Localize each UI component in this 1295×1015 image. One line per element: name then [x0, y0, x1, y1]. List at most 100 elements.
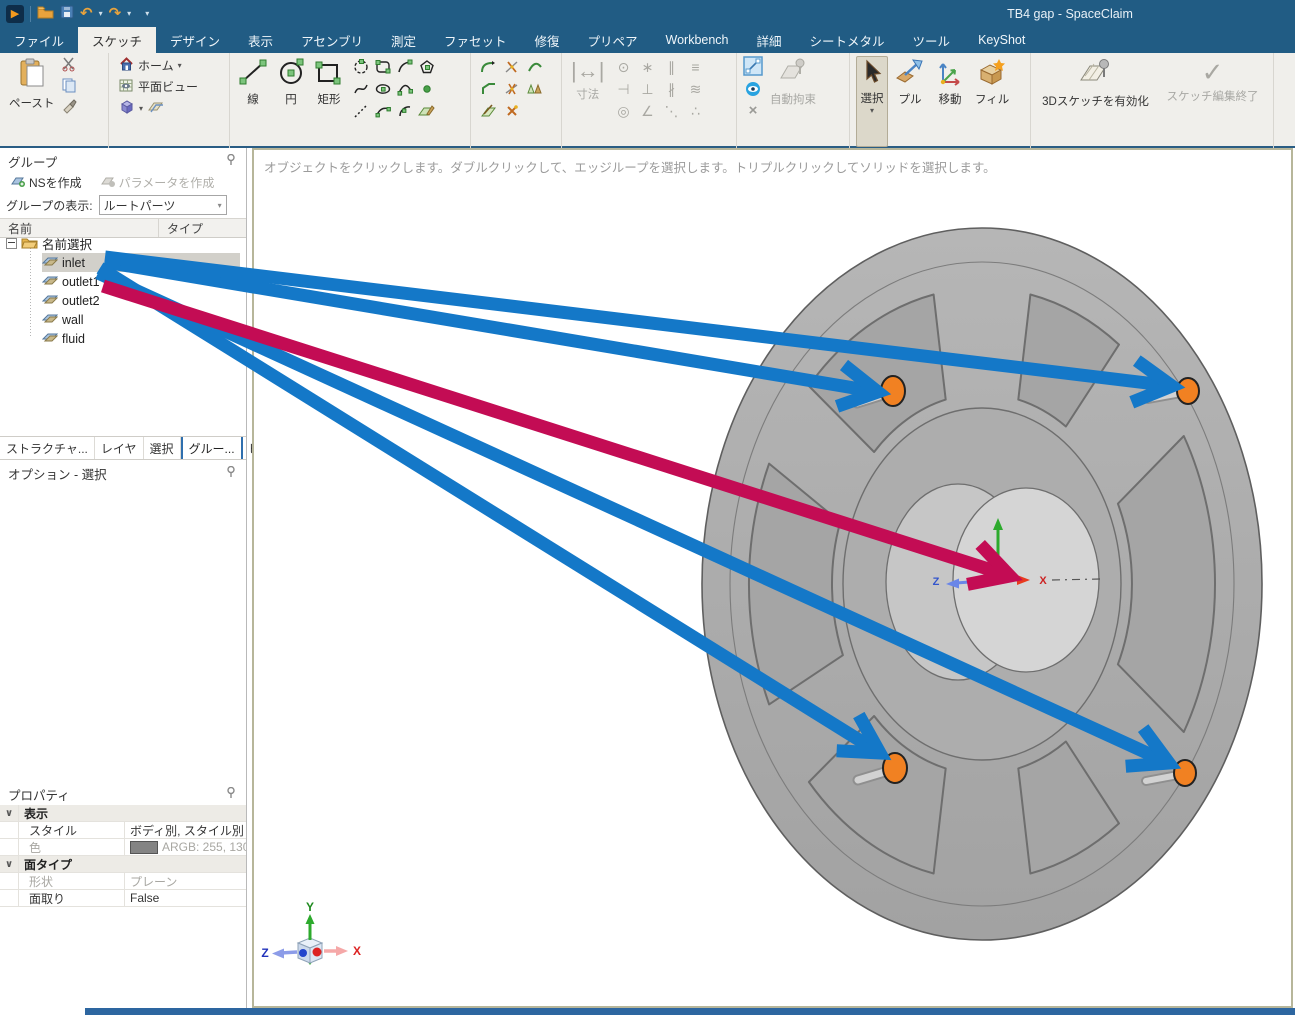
- plan-view-button[interactable]: 平面ビュー: [115, 77, 202, 96]
- section-face-type[interactable]: ∨ 面タイプ: [0, 856, 246, 873]
- save-icon[interactable]: [60, 5, 74, 22]
- constraint-symmetry-icon[interactable]: ≋: [683, 78, 707, 100]
- spaceclaim-logo-icon[interactable]: ▶: [6, 5, 24, 23]
- tab-structure[interactable]: ストラクチャ...: [0, 437, 95, 459]
- sketch-project-icon[interactable]: [416, 100, 438, 122]
- fill-tool-button[interactable]: フィル: [972, 56, 1012, 147]
- tree-item-outlet2[interactable]: outlet2: [42, 291, 100, 310]
- clear-sketch-icon[interactable]: ×: [749, 102, 758, 119]
- sketch-construction-line-icon[interactable]: [350, 100, 372, 122]
- tab-sheetmetal[interactable]: シートメタル: [796, 27, 899, 53]
- sketch-arc-3pt-icon[interactable]: [394, 78, 416, 100]
- trim-icon[interactable]: [500, 56, 523, 78]
- qat-customize-icon[interactable]: ▾: [145, 9, 149, 18]
- sketch-arc-center-icon[interactable]: [394, 100, 416, 122]
- tab-keyshot[interactable]: KeyShot: [964, 27, 1039, 53]
- tab-assembly[interactable]: アセンブリ: [287, 27, 377, 53]
- split-curve-icon[interactable]: [523, 56, 546, 78]
- circle-tool-button[interactable]: 円: [274, 56, 308, 147]
- create-ns-button[interactable]: NSを作成: [6, 173, 86, 192]
- tab-measure[interactable]: 測定: [377, 27, 430, 53]
- constraint-tangent-icon[interactable]: ∠: [635, 100, 659, 122]
- constraint-ground-icon[interactable]: ∦: [659, 78, 683, 100]
- pin-icon[interactable]: [226, 466, 236, 480]
- tab-design[interactable]: デザイン: [156, 27, 234, 53]
- mirror-icon[interactable]: [523, 78, 546, 100]
- group-display-select[interactable]: ルートパーツ ▾: [99, 195, 227, 215]
- format-painter-icon[interactable]: [61, 98, 77, 117]
- select-tool-button[interactable]: 選択 ▾: [856, 56, 888, 147]
- constraint-parallel-icon[interactable]: ∥: [659, 56, 683, 78]
- tree-item-outlet1[interactable]: outlet1: [42, 272, 100, 291]
- move-tool-button[interactable]: 移動: [932, 56, 968, 147]
- dimension-button[interactable]: |↔| 寸法: [568, 56, 607, 147]
- tab-workbench[interactable]: Workbench: [652, 27, 743, 53]
- view-orientation-buttons[interactable]: ▾: [115, 98, 168, 118]
- tree-item-fluid[interactable]: fluid: [42, 329, 85, 348]
- tree-root-row[interactable]: 名前選択: [6, 234, 92, 253]
- open-folder-icon[interactable]: [37, 5, 54, 22]
- split-icon[interactable]: [500, 78, 523, 100]
- collapse-icon[interactable]: [6, 238, 17, 249]
- constraint-fix-icon[interactable]: ∗: [635, 56, 659, 78]
- tab-selection[interactable]: 選択: [144, 437, 181, 459]
- create-ns-icon: [10, 174, 25, 191]
- fillet-icon[interactable]: [477, 56, 500, 78]
- create-parameter-button[interactable]: パラメータを作成: [96, 173, 219, 192]
- sketch-spline-icon[interactable]: [350, 78, 372, 100]
- tree-item-inlet[interactable]: inlet: [42, 253, 240, 272]
- tab-tools[interactable]: ツール: [899, 27, 965, 53]
- chamfer-icon[interactable]: [477, 78, 500, 100]
- sketch-circle3pt-icon[interactable]: [350, 56, 372, 78]
- sketch-roundrect-icon[interactable]: [372, 56, 394, 78]
- graphics-viewport[interactable]: オブジェクトをクリックします。ダブルクリックして、エッジループを選択します。トリ…: [252, 148, 1293, 1008]
- constraint-perpendicular-icon[interactable]: ⊥: [635, 78, 659, 100]
- bend-icon[interactable]: [477, 100, 500, 122]
- redo-icon[interactable]: ↷: [109, 6, 122, 21]
- undo-caret-icon[interactable]: ▾: [99, 9, 103, 18]
- end-sketch-edit-button[interactable]: ✓ スケッチ編集終了: [1158, 56, 1267, 147]
- tab-detail[interactable]: 詳細: [743, 27, 796, 53]
- rectangle-tool-button[interactable]: 矩形: [312, 56, 346, 147]
- constraint-coincident-icon[interactable]: ⊙: [611, 56, 635, 78]
- paste-button[interactable]: ペースト: [6, 56, 57, 147]
- tree-item-wall[interactable]: wall: [42, 310, 84, 329]
- prop-value[interactable]: False: [125, 891, 246, 905]
- redo-caret-icon[interactable]: ▾: [127, 9, 131, 18]
- line-tool-button[interactable]: 線: [236, 56, 270, 147]
- enable-3d-sketch-button[interactable]: 3Dスケッチを有効化: [1037, 56, 1154, 147]
- pin-icon[interactable]: [226, 787, 236, 801]
- delete-sketch-icon[interactable]: [500, 100, 523, 122]
- enable-3d-sketch-icon: [1078, 58, 1112, 91]
- pin-icon[interactable]: [226, 154, 236, 168]
- tab-groups[interactable]: グルー...: [181, 437, 243, 459]
- constraint-colinear-icon[interactable]: ⋱: [659, 100, 683, 122]
- sketch-tangent-arc-icon[interactable]: [394, 56, 416, 78]
- prop-value[interactable]: ボディ別, スタイル別: [125, 822, 246, 839]
- tab-repair[interactable]: 修復: [520, 27, 573, 53]
- sketch-ellipse-icon[interactable]: [372, 78, 394, 100]
- section-display[interactable]: ∨ 表示: [0, 805, 246, 822]
- constraint-concentric-icon[interactable]: ◎: [611, 100, 635, 122]
- tab-sketch[interactable]: スケッチ: [78, 27, 156, 53]
- sketch-polygon-icon[interactable]: [416, 56, 438, 78]
- tab-display[interactable]: 表示: [234, 27, 287, 53]
- tab-prepare[interactable]: プリペア: [574, 27, 652, 53]
- copy-icon[interactable]: [61, 77, 77, 96]
- constraint-midpoint-icon[interactable]: ⊣: [611, 78, 635, 100]
- tab-facets[interactable]: ファセット: [430, 27, 521, 53]
- sketch-point-icon[interactable]: [416, 78, 438, 100]
- home-view-button[interactable]: ホーム▾: [115, 56, 186, 75]
- column-type[interactable]: タイプ: [159, 219, 246, 237]
- tab-file[interactable]: ファイル: [0, 27, 78, 53]
- tab-layers[interactable]: レイヤ: [95, 437, 144, 459]
- sketch-spline-edit-icon[interactable]: [372, 100, 394, 122]
- show-sketch-eye-icon[interactable]: [744, 81, 762, 100]
- constraint-offset-icon[interactable]: ∴: [683, 100, 707, 122]
- constraint-equal-icon[interactable]: ≡: [683, 56, 707, 78]
- auto-constraint-button[interactable]: 自動拘束: [767, 56, 819, 147]
- pull-tool-button[interactable]: プル: [892, 56, 928, 147]
- undo-icon[interactable]: ↶: [80, 6, 93, 21]
- sketch-grid-toggle-icon[interactable]: [743, 56, 763, 79]
- cut-icon[interactable]: [61, 56, 77, 75]
